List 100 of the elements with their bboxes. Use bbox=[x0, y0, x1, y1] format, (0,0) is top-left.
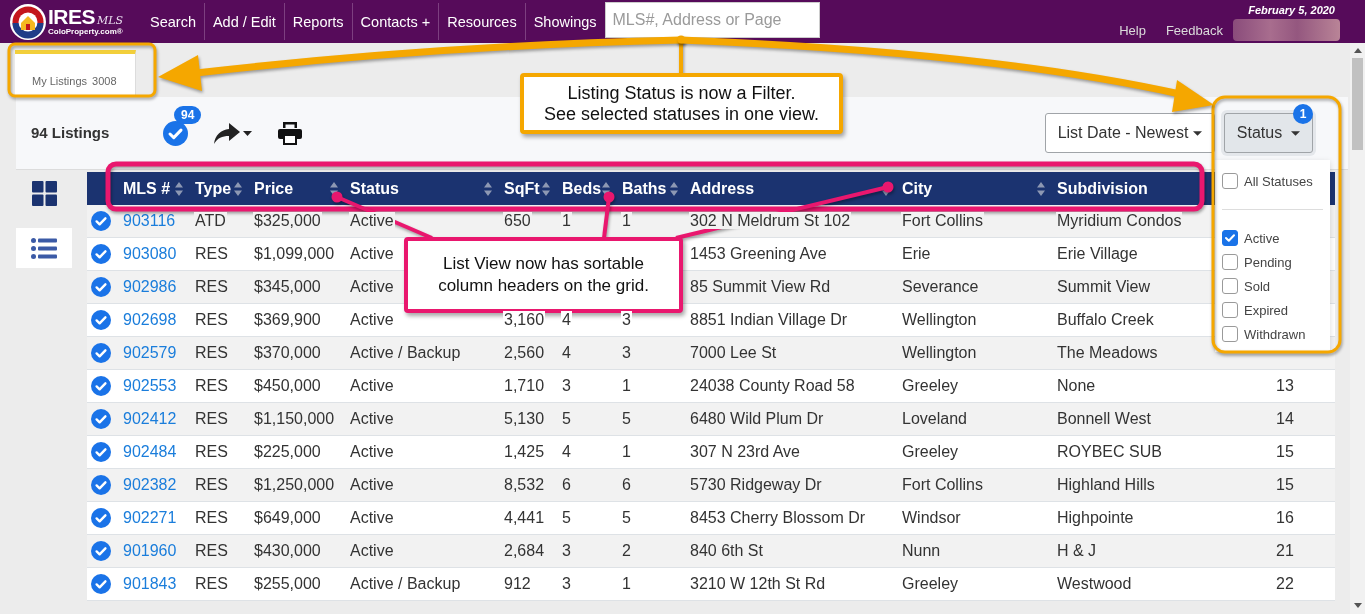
table-cell: RES bbox=[194, 542, 229, 559]
table-cell: $369,900 bbox=[253, 311, 322, 328]
table-cell: Wellington bbox=[901, 344, 978, 361]
table-cell: 5,130 bbox=[503, 410, 546, 427]
table-cell: Bonnell West bbox=[1056, 410, 1152, 427]
table-cell: Westwood bbox=[1056, 575, 1133, 592]
table-cell: 1 bbox=[621, 212, 632, 229]
table-cell: RES bbox=[194, 344, 229, 361]
table-cell: Myridium Condos bbox=[1056, 212, 1183, 229]
table-cell: Active bbox=[349, 410, 395, 427]
table-cell: Nunn bbox=[901, 542, 942, 559]
table-cell: 3 bbox=[561, 542, 572, 559]
table-cell: 7000 Lee St bbox=[689, 344, 778, 361]
table-cell: 2,684 bbox=[503, 542, 546, 559]
table-cell: 1 bbox=[561, 212, 572, 229]
table-cell: 8453 Cherry Blossom Dr bbox=[689, 509, 867, 526]
table-cell: 5 bbox=[621, 410, 632, 427]
table-cell: 1 bbox=[621, 575, 632, 592]
table-cell: RES bbox=[194, 278, 229, 295]
table-cell: 3,160 bbox=[503, 311, 546, 328]
table-cell: 5 bbox=[561, 410, 572, 427]
table-cell: Active bbox=[349, 443, 395, 460]
table-cell: Fort Collins bbox=[901, 476, 984, 493]
table-cell: Severance bbox=[901, 278, 980, 295]
table-cell: 1453 Greening Ave bbox=[689, 245, 828, 262]
table-cell: 8,532 bbox=[503, 476, 546, 493]
table-cell: 1 bbox=[621, 377, 632, 394]
table-cell: Active bbox=[349, 476, 395, 493]
table-cell: Wellington bbox=[901, 311, 978, 328]
table-cell: $325,000 bbox=[253, 212, 322, 229]
table-cell: 21 bbox=[1275, 542, 1295, 559]
table-cell: RES bbox=[194, 245, 229, 262]
table-cell: 5 bbox=[621, 509, 632, 526]
table-cell: Summit View bbox=[1056, 278, 1152, 295]
brand-name: IRES bbox=[48, 6, 95, 27]
table-cell: Windsor bbox=[901, 509, 962, 526]
callout: Listing Status is now a Filter. See selected statuses in one view. bbox=[520, 73, 843, 134]
table-cell: Active bbox=[349, 377, 395, 394]
table-cell: 302 N Meldrum St 102 bbox=[689, 212, 852, 229]
table-cell: 3 bbox=[561, 377, 572, 394]
table-cell: $345,000 bbox=[253, 278, 322, 295]
table-cell: $1,099,000 bbox=[253, 245, 336, 262]
table-cell: Highland Hills bbox=[1056, 476, 1156, 493]
table-cell: 1,710 bbox=[503, 377, 546, 394]
table-cell: RES bbox=[194, 311, 229, 328]
table-cell: 4 bbox=[561, 344, 572, 361]
table-cell: Active bbox=[349, 311, 395, 328]
table-cell: 4,441 bbox=[503, 509, 546, 526]
table-cell: 840 6th St bbox=[689, 542, 764, 559]
table-cell: Highpointe bbox=[1056, 509, 1135, 526]
table-cell: Loveland bbox=[901, 410, 968, 427]
table-cell: Active / Backup bbox=[349, 575, 462, 592]
table-cell: Active bbox=[349, 509, 395, 526]
table-cell: 4 bbox=[561, 311, 572, 328]
table-cell: Active / Backup bbox=[349, 344, 462, 361]
table-cell: 6 bbox=[621, 476, 632, 493]
table-cell: ATD bbox=[194, 212, 227, 229]
table-cell: Greeley bbox=[901, 575, 960, 592]
table-cell: 5 bbox=[561, 509, 572, 526]
table-cell: 2 bbox=[621, 542, 632, 559]
table-cell: 85 Summit View Rd bbox=[689, 278, 832, 295]
table-cell: $430,000 bbox=[253, 542, 322, 559]
table-cell: 6 bbox=[561, 476, 572, 493]
table-cell: Active bbox=[349, 245, 395, 262]
table-cell: RES bbox=[194, 476, 229, 493]
table-cell: 16 bbox=[1275, 509, 1295, 526]
table-cell: RES bbox=[194, 509, 229, 526]
table-cell: 3 bbox=[621, 311, 632, 328]
table-cell: $1,150,000 bbox=[253, 410, 336, 427]
table-cell: RES bbox=[194, 377, 229, 394]
table-cell: 5730 Ridgeway Dr bbox=[689, 476, 823, 493]
table-cell: 13 bbox=[1275, 377, 1295, 394]
table-cell: RES bbox=[194, 443, 229, 460]
date-text: February 5, 2020 bbox=[1248, 4, 1335, 17]
table-cell: 912 bbox=[503, 575, 532, 592]
table-cell: Active bbox=[349, 542, 395, 559]
table-cell: 1,425 bbox=[503, 443, 546, 460]
table-cell: H & J bbox=[1056, 542, 1098, 559]
table-cell: 3 bbox=[561, 575, 572, 592]
table-cell: 3 bbox=[621, 344, 632, 361]
listing-count: 94 Listings bbox=[31, 124, 110, 141]
filter-count-badge: 1 bbox=[1293, 104, 1313, 124]
table-cell: Erie bbox=[901, 245, 932, 262]
table-cell: $225,000 bbox=[253, 443, 322, 460]
table-cell: Buffalo Creek bbox=[1056, 311, 1155, 328]
table-cell: 24038 County Road 58 bbox=[689, 377, 856, 394]
table-cell: RES bbox=[194, 410, 229, 427]
table-cell: 14 bbox=[1275, 410, 1295, 427]
table-cell: The Meadows bbox=[1056, 344, 1159, 361]
table-cell: Greeley bbox=[901, 443, 960, 460]
table-cell: $1,250,000 bbox=[253, 476, 336, 493]
table-cell: Active bbox=[349, 278, 395, 295]
table-cell: None bbox=[1056, 377, 1097, 394]
table-cell: 8851 Indian Village Dr bbox=[689, 311, 849, 328]
table-cell: Erie Village bbox=[1056, 245, 1139, 262]
table-cell: 15 bbox=[1275, 476, 1295, 493]
table-cell: 3210 W 12th St Rd bbox=[689, 575, 827, 592]
table-cell: 6480 Wild Plum Dr bbox=[689, 410, 825, 427]
table-cell: $370,000 bbox=[253, 344, 322, 361]
brand-tagline: ColoProperty.com® bbox=[48, 27, 123, 37]
